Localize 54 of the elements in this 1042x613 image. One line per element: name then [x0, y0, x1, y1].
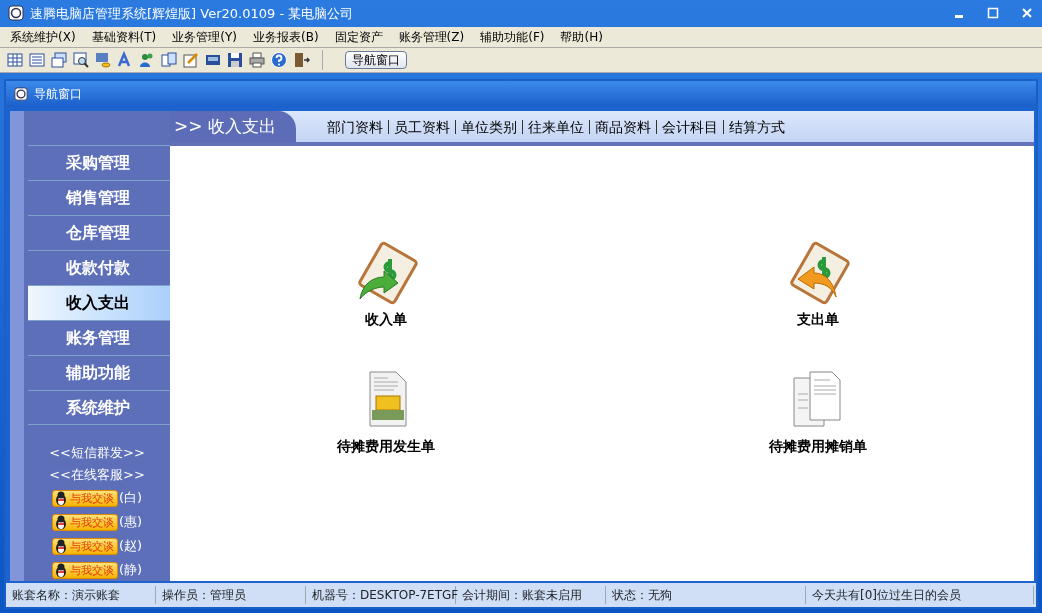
menu-item[interactable]: 系统维护(X) — [8, 26, 78, 47]
save-icon[interactable] — [226, 50, 244, 69]
contact-name: (静) — [118, 561, 143, 580]
windows-icon[interactable] — [50, 50, 68, 69]
minimize-icon — [955, 15, 963, 19]
tile-label[interactable]: 待摊费用发生单 — [337, 436, 435, 457]
status-text: 今天共有[0]位过生日的会员 — [806, 586, 1034, 604]
penguin-icon — [53, 514, 68, 530]
section-title: >> 收入支出 — [170, 111, 296, 142]
status-text: 操作员：管理员 — [156, 586, 306, 604]
close-icon — [1022, 8, 1032, 19]
sidebar-item[interactable]: 收入支出 — [28, 285, 170, 320]
menu-item[interactable]: 业务报表(B) — [251, 26, 321, 47]
header-link[interactable]: 部门资料 — [321, 119, 388, 134]
header-link[interactable]: 会计科目 — [655, 119, 723, 134]
sidebar-link[interactable]: <<在线客服>> — [49, 465, 145, 485]
window-title: 速腾电脑店管理系统[辉煌版] Ver20.0109 - 某电脑公司 — [30, 4, 354, 23]
menu-item[interactable]: 固定资产 — [332, 26, 385, 47]
menu-item[interactable]: 基础资料(T) — [89, 26, 159, 47]
header-link[interactable]: 结算方式 — [722, 119, 790, 134]
status-text: 机器号：DESKTOP-7ETGF — [306, 586, 456, 604]
contact-name: (白) — [118, 489, 143, 508]
status-text: 状态：无狗 — [606, 586, 806, 604]
tile-label[interactable]: 收入单 — [365, 309, 407, 330]
penguin-icon — [53, 490, 68, 506]
menu-item[interactable]: 业务管理(Y) — [170, 26, 239, 47]
penguin-icon — [53, 538, 68, 554]
header-link[interactable]: 往来单位 — [521, 119, 589, 134]
tile-label[interactable]: 支出单 — [797, 309, 839, 330]
printer-icon[interactable] — [248, 50, 266, 69]
menu-item[interactable]: 辅助功能(F) — [478, 26, 547, 47]
list-icon[interactable] — [28, 50, 46, 69]
navigation-window-button[interactable]: 导航窗口 — [345, 50, 407, 69]
app-icon — [14, 87, 28, 101]
maximize-icon — [987, 7, 999, 20]
table-icon[interactable] — [6, 50, 24, 69]
header-link[interactable]: 商品资料 — [588, 119, 656, 134]
exit-door-icon[interactable] — [292, 50, 310, 69]
penguin-icon — [53, 562, 68, 578]
status-text: 账套名称：演示账套 — [6, 586, 156, 604]
header-link[interactable]: 员工资料 — [387, 119, 455, 134]
cards-icon[interactable] — [160, 50, 178, 69]
magnifier-icon[interactable] — [72, 50, 90, 69]
header-link[interactable]: 单位类别 — [454, 119, 522, 134]
tile-label[interactable]: 待摊费用摊销单 — [769, 436, 867, 457]
help-icon[interactable] — [270, 50, 288, 69]
contact-name: (惠) — [118, 513, 143, 532]
app-icon — [8, 5, 24, 22]
menu-item[interactable]: 帮助(H) — [558, 26, 605, 47]
contact-name: (赵) — [118, 537, 143, 556]
menu-item[interactable]: 账务管理(Z) — [396, 26, 467, 47]
sidebar-link[interactable]: <<短信群发>> — [49, 443, 145, 463]
child-window-title: 导航窗口 — [34, 86, 82, 103]
edit-icon[interactable] — [182, 50, 200, 69]
